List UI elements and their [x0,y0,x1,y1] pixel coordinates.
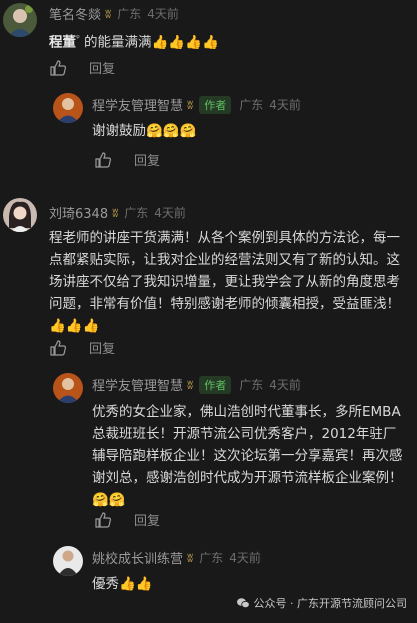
thumbs-up-icon[interactable] [94,511,112,529]
reply-button[interactable]: 回复 [134,510,160,529]
reply-button[interactable]: 回复 [89,58,115,77]
location: 广东 [124,206,149,220]
thumbs-up-icon[interactable] [49,339,67,357]
avatar-image [3,198,37,232]
location: 广东 [199,551,224,565]
avatar-image [3,3,37,37]
location: 广东 [239,378,264,392]
comment-text: 程老师的讲座干货满满！从各个案例到具体的方法论，每一 点都紧贴实际，让我对企业的… [49,227,413,337]
avatar-image [53,373,83,403]
comment-text: 程董ᵠ 的能量满满👍👍👍👍 [49,34,219,51]
timestamp: 4天前 [229,551,261,565]
thumbs-up-icon[interactable] [94,151,112,169]
timestamp: 4天前 [269,98,301,112]
location: 广东 [239,98,264,112]
avatar[interactable] [3,198,37,232]
timestamp: 4天前 [154,206,186,220]
author-badge: 作者 [199,95,232,114]
comment-user: 程学友管理智慧 ʬ 作者 广东 4天前 [92,375,301,394]
avatar[interactable] [53,546,83,576]
emoji: 🤗🤗 [92,492,126,508]
lightning-icon: ʬ [187,377,194,392]
emoji: 👍👍👍👍 [151,34,219,51]
username[interactable]: 程学友管理智慧 [92,375,183,394]
comment-actions: 回复 [49,338,115,357]
watermark-text: 公众号 · 广东开源节流顾问公司 [253,597,408,610]
avatar[interactable] [3,3,37,37]
avatar-image [53,546,83,576]
lightning-icon: ʬ [112,205,119,220]
thumbs-up-icon[interactable] [49,59,67,77]
timestamp: 4天前 [147,7,179,21]
username[interactable]: 刘琦6348 [49,203,108,222]
comment-user: 程学友管理智慧 ʬ 作者 广东 4天前 [92,95,301,114]
emoji: 👍👍 [119,576,153,592]
comment-user: 刘琦6348 ʬ 广东 4天前 [49,203,186,223]
wechat-icon [236,598,250,609]
comment-text: 優秀👍👍 [92,576,153,592]
username[interactable]: 笔名冬燚 [49,4,101,23]
comment-text: 谢谢鼓励🤗🤗🤗 [92,123,197,139]
lightning-icon: ʬ [105,6,112,21]
avatar-image [53,93,83,123]
username[interactable]: 姚校成长训练营 [92,548,183,567]
location: 广东 [117,7,142,21]
comment-actions: 回复 [94,150,160,169]
reply-button[interactable]: 回复 [89,338,115,357]
highlight-link[interactable]: 程董 [49,35,76,51]
reply-button[interactable]: 回复 [134,150,160,169]
username[interactable]: 程学友管理智慧 [92,95,183,114]
comment-actions: 回复 [94,510,160,529]
search-glyph: ᵠ [76,34,80,44]
lightning-icon: ʬ [187,550,194,565]
comment-text: 优秀的女企业家，佛山浩创时代董事长，多所EMBA 总裁班班长！开源节流公司优秀客… [92,401,414,511]
lightning-icon: ʬ [187,97,194,112]
timestamp: 4天前 [269,378,301,392]
avatar[interactable] [53,373,83,403]
comment-user: 姚校成长训练营 ʬ 广东 4天前 [92,548,261,568]
author-badge: 作者 [199,375,232,394]
emoji: 👍👍👍 [49,318,100,334]
emoji: 🤗🤗🤗 [146,123,197,139]
comment-actions: 回复 [49,58,115,77]
comment-user: 笔名冬燚 ʬ 广东 4天前 [49,4,179,24]
avatar[interactable] [53,93,83,123]
watermark: 公众号 · 广东开源节流顾问公司 [236,595,408,611]
